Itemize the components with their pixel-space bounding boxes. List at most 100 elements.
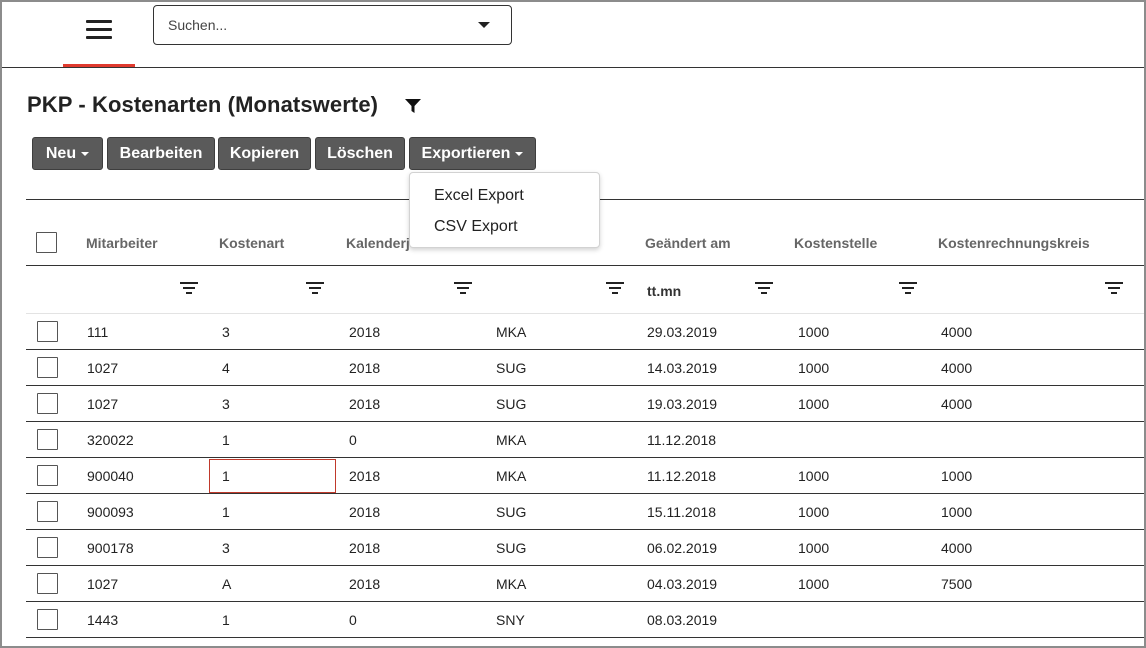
cell-kuerzel: MKA: [496, 468, 527, 484]
new-button[interactable]: Neu: [32, 137, 103, 170]
cell-kostenart: 4: [222, 360, 230, 376]
filter-funnel-icon[interactable]: [404, 98, 422, 114]
row-checkbox[interactable]: [37, 537, 58, 558]
cell-kuerzel: SNY: [496, 612, 525, 628]
cell-geaendert-am: 06.02.2019: [647, 540, 718, 556]
cell-kuerzel: MKA: [496, 576, 527, 592]
column-header-kostenstelle[interactable]: Kostenstelle: [794, 235, 877, 251]
copy-button[interactable]: Kopieren: [218, 137, 311, 170]
table-row[interactable]: 900178 3 2018 SUG 06.02.2019 1000 4000: [26, 530, 1146, 566]
cell-mitarbeiter: 1027: [87, 396, 119, 412]
cell-kalenderjahr: 0: [349, 612, 357, 628]
column-filter-icon[interactable]: [1105, 281, 1123, 295]
cell-kalenderjahr: 2018: [349, 324, 381, 340]
column-filter-icon[interactable]: [454, 281, 472, 295]
search-input[interactable]: [168, 6, 468, 44]
cell-mitarbeiter: 1443: [87, 612, 119, 628]
table-row[interactable]: 1027 4 2018 SUG 14.03.2019 1000 4000: [26, 350, 1146, 386]
cell-kostenart: 1: [222, 504, 230, 520]
row-checkbox[interactable]: [37, 321, 58, 342]
row-checkbox[interactable]: [37, 501, 58, 522]
row-checkbox[interactable]: [37, 573, 58, 594]
cell-kostenart: 1: [222, 468, 230, 484]
column-header-kostenrechnungskreis[interactable]: Kostenrechnungskreis: [938, 235, 1090, 251]
column-header-kalenderjahr[interactable]: Kalenderj: [346, 235, 410, 251]
hamburger-menu-icon[interactable]: [86, 20, 112, 40]
table-row[interactable]: 900093 1 2018 SUG 15.11.2018 1000 1000: [26, 494, 1146, 530]
cell-geaendert-am: 11.12.2018: [647, 432, 717, 448]
column-filter-icon[interactable]: [606, 281, 624, 295]
column-filter-icon[interactable]: [899, 281, 917, 295]
column-header-geaendert-am[interactable]: Geändert am: [645, 235, 731, 251]
cell-geaendert-am: 04.03.2019: [647, 576, 718, 592]
column-header-mitarbeiter[interactable]: Mitarbeiter: [86, 235, 158, 251]
caret-down-icon: [81, 151, 90, 156]
table-filter-row: tt.mn: [26, 267, 1146, 314]
cell-kalenderjahr: 2018: [349, 540, 381, 556]
cell-kostenart: A: [222, 576, 232, 592]
select-all-checkbox[interactable]: [36, 232, 57, 253]
delete-button[interactable]: Löschen: [315, 137, 405, 170]
cell-kostenart: 1: [222, 432, 230, 448]
cell-mitarbeiter: 900040: [87, 468, 134, 484]
row-checkbox[interactable]: [37, 393, 58, 414]
cell-kalenderjahr: 2018: [349, 360, 381, 376]
table-row[interactable]: 320022 1 0 MKA 11.12.2018: [26, 422, 1146, 458]
edit-button[interactable]: Bearbeiten: [107, 137, 215, 170]
row-checkbox[interactable]: [37, 357, 58, 378]
cell-geaendert-am: 14.03.2019: [647, 360, 718, 376]
table-row[interactable]: 1027 A 2018 MKA 04.03.2019 1000 7500: [26, 566, 1146, 602]
cell-kalenderjahr: 2018: [349, 468, 381, 484]
cell-geaendert-am: 15.11.2018: [647, 504, 717, 520]
search-dropdown[interactable]: [153, 5, 512, 45]
column-filter-icon[interactable]: [306, 281, 324, 295]
cell-kalenderjahr: 2018: [349, 504, 381, 520]
cell-kostenstelle: 1000: [798, 468, 830, 484]
table-row[interactable]: 900040 1 2018 MKA 11.12.2018 1000 1000: [26, 458, 1146, 494]
cell-kuerzel: SUG: [496, 396, 527, 412]
cell-mitarbeiter: 111: [87, 324, 109, 340]
cell-kostenrechnungskreis: 4000: [941, 540, 973, 556]
chevron-down-icon[interactable]: [478, 22, 490, 28]
row-checkbox[interactable]: [37, 465, 58, 486]
cell-kuerzel: MKA: [496, 432, 527, 448]
table-row[interactable]: 1443 1 0 SNY 08.03.2019: [26, 602, 1146, 638]
cell-kostenrechnungskreis: 1000: [941, 468, 973, 484]
menu-item-excel-export[interactable]: Excel Export: [434, 187, 524, 205]
cell-kostenstelle: 1000: [798, 504, 830, 520]
cell-kostenstelle: 1000: [798, 396, 830, 412]
cell-kostenart: 1: [222, 612, 230, 628]
cell-geaendert-am: 08.03.2019: [647, 612, 718, 628]
date-filter-input[interactable]: tt.mn: [647, 283, 681, 299]
cell-kostenrechnungskreis: 7500: [941, 576, 973, 592]
cell-kostenstelle: 1000: [798, 540, 830, 556]
export-button[interactable]: Exportieren: [409, 137, 536, 170]
column-header-kostenart[interactable]: Kostenart: [219, 235, 284, 251]
cell-kostenrechnungskreis: 1000: [941, 504, 973, 520]
cell-kostenstelle: 1000: [798, 324, 830, 340]
nav-active-indicator: [63, 64, 135, 67]
table-row[interactable]: 1027 3 2018 SUG 19.03.2019 1000 4000: [26, 386, 1146, 422]
cell-kostenrechnungskreis: 4000: [941, 324, 973, 340]
cell-geaendert-am: 19.03.2019: [647, 396, 718, 412]
cell-kalenderjahr: 2018: [349, 396, 381, 412]
table-row[interactable]: 111 3 2018 MKA 29.03.2019 1000 4000: [26, 314, 1146, 350]
cell-kuerzel: SUG: [496, 360, 527, 376]
cell-kostenart: 3: [222, 396, 230, 412]
column-filter-icon[interactable]: [755, 281, 773, 295]
page-title: PKP - Kostenarten (Monatswerte): [27, 92, 379, 117]
cell-kuerzel: MKA: [496, 324, 527, 340]
cell-mitarbeiter: 1027: [87, 360, 119, 376]
menu-item-csv-export[interactable]: CSV Export: [434, 218, 518, 236]
column-filter-icon[interactable]: [180, 281, 198, 295]
cell-mitarbeiter: 320022: [87, 432, 134, 448]
cell-kalenderjahr: 2018: [349, 576, 381, 592]
cell-kostenrechnungskreis: 4000: [941, 360, 973, 376]
cell-kalenderjahr: 0: [349, 432, 357, 448]
cell-geaendert-am: 29.03.2019: [647, 324, 718, 340]
row-checkbox[interactable]: [37, 429, 58, 450]
cell-mitarbeiter: 900093: [87, 504, 134, 520]
cell-kostenstelle: 1000: [798, 360, 830, 376]
cell-kuerzel: SUG: [496, 540, 527, 556]
row-checkbox[interactable]: [37, 609, 58, 630]
